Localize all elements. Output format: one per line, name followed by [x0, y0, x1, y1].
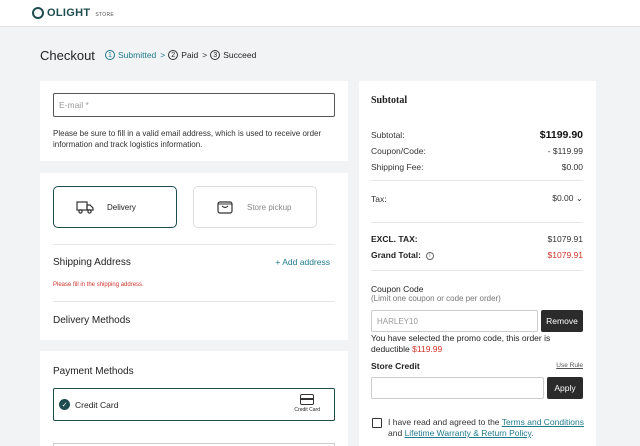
- subtotal-label: Subtotal:: [371, 130, 405, 140]
- promo-message: You have selected the promo code, this o…: [371, 333, 583, 355]
- divider: [53, 244, 335, 245]
- terms-link[interactable]: Terms and Conditions: [502, 417, 584, 427]
- checkout-steps: 1 Submitted > 2 Paid > 3 Succeed: [105, 50, 262, 60]
- coupon-label: Coupon/Code:: [371, 146, 426, 156]
- agreement-middle: and: [388, 428, 403, 438]
- chevron-down-icon: ⌄: [575, 193, 583, 203]
- subtotal-value: $1199.90: [539, 129, 583, 141]
- tax-label: Tax:: [371, 193, 387, 204]
- add-address-link[interactable]: + Add address: [275, 257, 330, 267]
- apply-button[interactable]: Apply: [547, 377, 583, 399]
- email-section: Please be sure to fill in a valid email …: [40, 81, 348, 161]
- step-label: Submitted: [118, 50, 157, 60]
- info-icon[interactable]: i: [425, 251, 434, 260]
- step-number: 1: [105, 50, 115, 60]
- summary-title: Subtotal: [371, 95, 408, 106]
- shipping-section: Delivery Store pickup Shipping Address +…: [40, 173, 348, 340]
- subtotal-row: Subtotal: $1199.90: [371, 129, 583, 141]
- divider: [371, 180, 583, 181]
- remove-coupon-button[interactable]: Remove: [541, 310, 583, 332]
- step-number: 3: [210, 50, 221, 60]
- divider: [371, 222, 583, 223]
- delivery-methods-title: Delivery Methods: [53, 315, 131, 326]
- credit-card-icon: [300, 394, 315, 405]
- delivery-option[interactable]: Delivery: [53, 186, 177, 228]
- top-bar: OLIGHT STORE: [0, 0, 640, 27]
- promo-message-amount: $119.99: [412, 344, 443, 354]
- step-paid: 2 Paid: [168, 50, 198, 60]
- tax-value: $0.00: [552, 193, 574, 203]
- step-label: Succeed: [223, 50, 257, 60]
- grand-total-value: $1079.91: [547, 250, 583, 260]
- shipping-address-error: Please fill in the shipping address.: [53, 282, 144, 288]
- excl-tax-row: EXCL. TAX: $1079.91: [371, 234, 583, 244]
- coupon-row: Coupon/Code: - $119.99: [371, 146, 583, 156]
- agreement-prefix: I have read and agreed to the: [388, 417, 500, 427]
- coupon-code-title: Coupon Code: [371, 284, 424, 294]
- email-field[interactable]: [53, 93, 335, 117]
- payment-section: Payment Methods ✓ Credit Card Credit Car…: [40, 351, 348, 446]
- shipping-fee-value: $0.00: [561, 162, 583, 172]
- step-separator: >: [160, 50, 166, 60]
- credit-card-option[interactable]: ✓ Credit Card Credit Card: [53, 388, 335, 421]
- excl-tax-label: EXCL. TAX:: [371, 234, 418, 244]
- store-credit-title: Store Credit: [371, 361, 420, 371]
- store-credit-input[interactable]: [371, 377, 544, 399]
- grand-total-label: Grand Total:: [371, 250, 421, 260]
- shopping-bag-icon: [217, 201, 233, 214]
- credit-card-badge: Credit Card: [294, 394, 320, 413]
- logo-mark-icon: [32, 7, 44, 19]
- truck-icon: [76, 201, 94, 214]
- step-label: Paid: [181, 50, 199, 60]
- shipping-fee-row: Shipping Fee: $0.00: [371, 162, 583, 172]
- logo-text: OLIGHT: [47, 7, 91, 19]
- store-pickup-option-label: Store pickup: [247, 202, 292, 212]
- step-separator: >: [202, 50, 208, 60]
- tax-row: Tax: $0.00 ⌄: [371, 193, 583, 204]
- coupon-code-input[interactable]: [371, 310, 538, 332]
- brand-logo[interactable]: OLIGHT STORE: [32, 7, 114, 19]
- agreement-checkbox[interactable]: [372, 418, 382, 428]
- grand-total-row: Grand Total: i $1079.91: [371, 250, 583, 260]
- credit-card-label: Credit Card: [75, 399, 119, 410]
- check-icon: ✓: [59, 399, 70, 410]
- coupon-code-subtitle: (Limit one coupon or code per order): [371, 294, 501, 303]
- tax-value-toggle[interactable]: $0.00 ⌄: [552, 193, 583, 204]
- shipping-address-title: Shipping Address: [53, 257, 131, 268]
- order-summary: Subtotal Subtotal: $1199.90 Coupon/Code:…: [359, 81, 596, 446]
- logo-store-label: STORE: [95, 11, 114, 18]
- email-help-text: Please be sure to fill in a valid email …: [53, 129, 322, 149]
- agreement-suffix: .: [531, 428, 534, 438]
- agreement-text: I have read and agreed to the Terms and …: [388, 417, 588, 439]
- use-rule-link[interactable]: Use Rule: [556, 362, 583, 369]
- store-pickup-option[interactable]: Store pickup: [193, 186, 317, 228]
- promo-message-text: You have selected the promo code, this o…: [371, 333, 551, 354]
- payment-methods-title: Payment Methods: [53, 366, 134, 377]
- excl-tax-value: $1079.91: [547, 234, 583, 244]
- delivery-option-label: Delivery: [107, 202, 136, 212]
- divider: [53, 301, 335, 302]
- divider: [371, 270, 583, 271]
- step-submitted: 1 Submitted: [105, 50, 156, 60]
- page-title: Checkout: [40, 48, 95, 63]
- coupon-value: - $119.99: [547, 146, 583, 156]
- credit-card-icon-label: Credit Card: [294, 407, 320, 413]
- warranty-link[interactable]: Lifetime Warranty & Return Policy: [405, 428, 532, 438]
- shipping-fee-label: Shipping Fee:: [371, 162, 424, 172]
- step-number: 2: [168, 50, 179, 60]
- step-succeed: 3 Succeed: [210, 50, 256, 60]
